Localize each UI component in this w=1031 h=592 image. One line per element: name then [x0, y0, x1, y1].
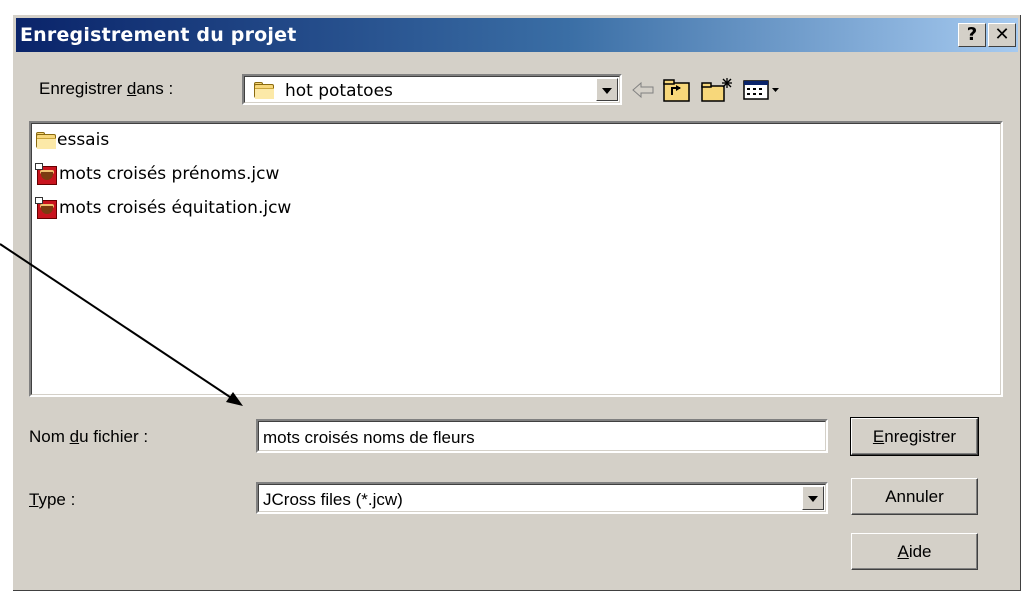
- annotation-arrow: [0, 243, 243, 406]
